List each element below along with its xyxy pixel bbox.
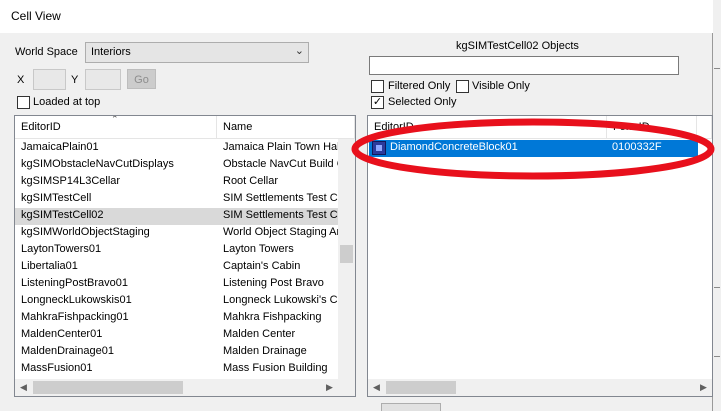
objects-panel-title: kgSIMTestCell02 Objects — [456, 40, 579, 52]
cell-name: Root Cellar — [223, 175, 279, 187]
column-header-name-label: Name — [223, 121, 253, 133]
selected-only-checkbox[interactable]: ✓ — [371, 96, 384, 109]
scroll-right-icon[interactable]: ▶ — [321, 382, 338, 393]
cell-name: Malden Center — [223, 328, 296, 340]
cell-view-window: Cell View World Space Interiors ⌄ X Y Go… — [0, 0, 713, 411]
cell-list-row[interactable]: MaldenDrainage01 Malden Drainage — [15, 344, 338, 361]
column-header-formid-label: FormID — [613, 121, 650, 133]
cell-list-row[interactable]: MahkraFishpacking01 Mahkra Fishpacking — [15, 310, 338, 327]
selected-only-label: Selected Only — [388, 96, 457, 108]
cell-editorid: MaldenCenter01 — [21, 328, 103, 340]
cell-list-vertical-scrollbar[interactable] — [338, 139, 355, 379]
cell-editorid: Libertalia01 — [21, 260, 78, 272]
scrollbar-corner — [338, 379, 355, 396]
background-window-edge — [713, 0, 721, 411]
cell-list-row[interactable]: kgSIMTestCell02 SIM Settlements Test Cell — [15, 208, 338, 225]
vertical-scroll-thumb[interactable] — [340, 245, 353, 263]
cell-editorid: ListeningPostBravo01 — [21, 277, 129, 289]
loaded-at-top-label: Loaded at top — [33, 96, 101, 108]
cell-name: Obstacle NavCut Build Cell — [223, 158, 338, 170]
go-button[interactable]: Go — [127, 69, 156, 89]
object-filter-input[interactable] — [369, 56, 679, 75]
scroll-left-icon[interactable]: ◀ — [15, 382, 32, 393]
cell-name: World Object Staging Area — [223, 226, 338, 238]
scroll-left-icon[interactable]: ◀ — [368, 382, 385, 393]
column-header-object-editorid-label: EditorID — [374, 121, 414, 133]
column-header-editorid[interactable]: EditorID ⌃ — [15, 116, 217, 139]
cell-list-horizontal-scrollbar[interactable]: ◀ ▶ — [15, 379, 338, 396]
cell-editorid: kgSIMTestCell — [21, 192, 92, 204]
world-space-value: Interiors — [91, 46, 131, 58]
scroll-right-icon[interactable]: ▶ — [695, 382, 712, 393]
object-row-selected[interactable]: DiamondConcreteBlock01 0100332F — [369, 140, 698, 157]
cell-name: Jamaica Plain Town Hall — [223, 141, 338, 153]
x-input[interactable] — [33, 69, 66, 90]
clear-button[interactable] — [381, 403, 441, 411]
loaded-at-top-checkbox[interactable] — [17, 96, 30, 109]
cell-name: SIM Settlements Test Cell — [223, 209, 338, 221]
visible-only-label: Visible Only — [472, 80, 530, 92]
object-editorid-cell: DiamondConcreteBlock01 — [390, 141, 518, 153]
cell-name: Mahkra Fishpacking — [223, 311, 322, 323]
y-label: Y — [71, 74, 79, 86]
column-header-editorid-label: EditorID — [21, 121, 61, 133]
cell-name: Malden Drainage — [223, 345, 307, 357]
sort-ascending-icon: ⌃ — [111, 116, 119, 124]
cell-list-row[interactable]: Libertalia01 Captain's Cabin — [15, 259, 338, 276]
cell-list-row[interactable]: kgSIMTestCell SIM Settlements Test Cell — [15, 191, 338, 208]
cell-list-row[interactable]: JamaicaPlain01 Jamaica Plain Town Hall — [15, 140, 338, 157]
cell-list-row[interactable]: LaytonTowers01 Layton Towers — [15, 242, 338, 259]
cell-list-row[interactable]: ListeningPostBravo01 Listening Post Bravo — [15, 276, 338, 293]
cell-editorid: LaytonTowers01 — [21, 243, 102, 255]
cell-list[interactable]: EditorID ⌃ Name JamaicaPlain01 Jamaica Pl… — [14, 115, 356, 397]
cell-name: Longneck Lukowski's Cannery — [223, 294, 338, 306]
column-header-extra[interactable] — [697, 116, 712, 139]
cell-name: Mass Fusion Building — [223, 362, 328, 374]
column-header-name[interactable]: Name — [217, 116, 355, 139]
cell-editorid: kgSIMTestCell02 — [21, 209, 104, 221]
x-label: X — [17, 74, 25, 86]
cell-name: Layton Towers — [223, 243, 294, 255]
window-title: Cell View — [11, 9, 61, 23]
visible-only-checkbox[interactable] — [456, 80, 469, 93]
title-bar[interactable]: Cell View — [0, 0, 713, 33]
column-header-formid[interactable]: FormID — [607, 116, 697, 139]
cell-editorid: MaldenDrainage01 — [21, 345, 114, 357]
cell-editorid: MassFusion01 — [21, 362, 93, 374]
horizontal-scroll-thumb[interactable] — [386, 381, 456, 394]
object-list[interactable]: EditorID FormID ◀ ▶ — [367, 115, 713, 397]
cell-name: Listening Post Bravo — [223, 277, 324, 289]
cell-list-row[interactable]: MaldenCenter01 Malden Center — [15, 327, 338, 344]
cell-list-row[interactable]: kgSIMSP14L3Cellar Root Cellar — [15, 174, 338, 191]
cell-list-row[interactable]: MassFusion01 Mass Fusion Building — [15, 361, 338, 378]
cell-editorid: JamaicaPlain01 — [21, 141, 99, 153]
object-formid-cell: 0100332F — [612, 141, 662, 153]
cell-editorid: MahkraFishpacking01 — [21, 311, 129, 323]
cell-editorid: kgSIMObstacleNavCutDisplays — [21, 158, 174, 170]
object-box-icon — [372, 141, 386, 155]
cell-list-row[interactable]: LongneckLukowskis01 Longneck Lukowski's C… — [15, 293, 338, 310]
object-list-horizontal-scrollbar[interactable]: ◀ ▶ — [368, 379, 712, 396]
filtered-only-checkbox[interactable] — [371, 80, 384, 93]
cell-list-row[interactable]: kgSIMWorldObjectStaging World Object Stag… — [15, 225, 338, 242]
world-space-dropdown[interactable]: Interiors ⌄ — [85, 42, 309, 63]
filtered-only-label: Filtered Only — [388, 80, 451, 92]
cell-editorid: kgSIMSP14L3Cellar — [21, 175, 121, 187]
cell-name: Captain's Cabin — [223, 260, 301, 272]
cell-editorid: LongneckLukowskis01 — [21, 294, 132, 306]
y-input[interactable] — [85, 69, 121, 90]
cell-editorid: kgSIMWorldObjectStaging — [21, 226, 150, 238]
chevron-down-icon: ⌄ — [294, 45, 304, 57]
cell-list-row[interactable]: kgSIMObstacleNavCutDisplays Obstacle NavC… — [15, 157, 338, 174]
horizontal-scroll-thumb[interactable] — [33, 381, 183, 394]
cell-name: SIM Settlements Test Cell — [223, 192, 338, 204]
column-header-object-editorid[interactable]: EditorID — [368, 116, 607, 139]
world-space-label: World Space — [15, 46, 78, 58]
